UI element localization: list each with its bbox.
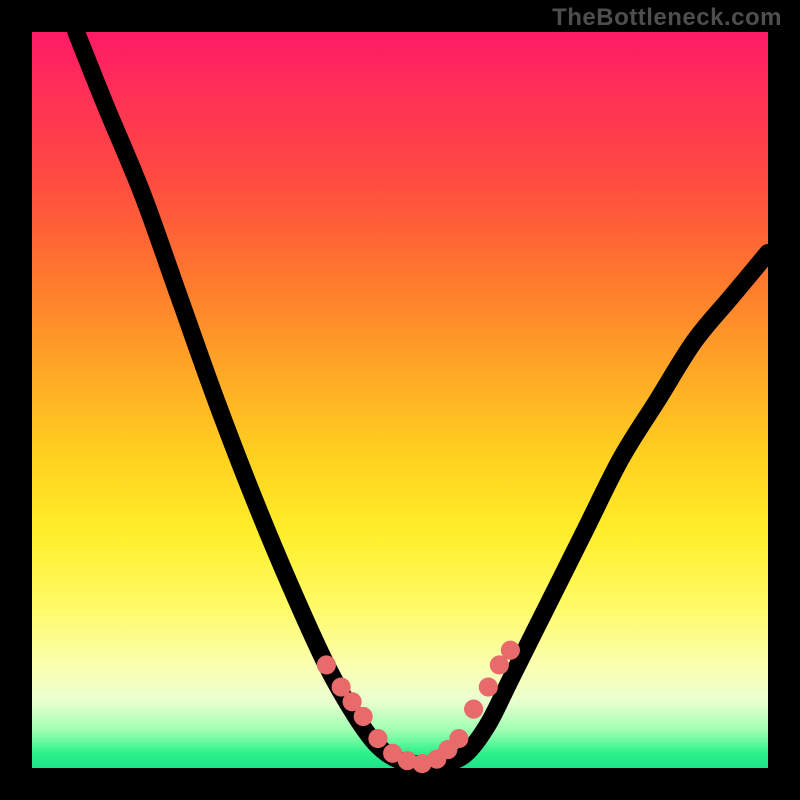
chart-frame: TheBottleneck.com [0,0,800,800]
highlight-dot [464,700,483,719]
highlight-dot [501,641,520,660]
curve-svg [32,32,768,768]
highlight-dot [317,655,336,674]
watermark-text: TheBottleneck.com [552,4,782,32]
plot-area [32,32,768,768]
highlight-dot [479,677,498,696]
highlight-dot [449,729,468,748]
highlight-dot [368,729,387,748]
highlight-dot [354,707,373,726]
bottleneck-curve-path [76,32,768,765]
